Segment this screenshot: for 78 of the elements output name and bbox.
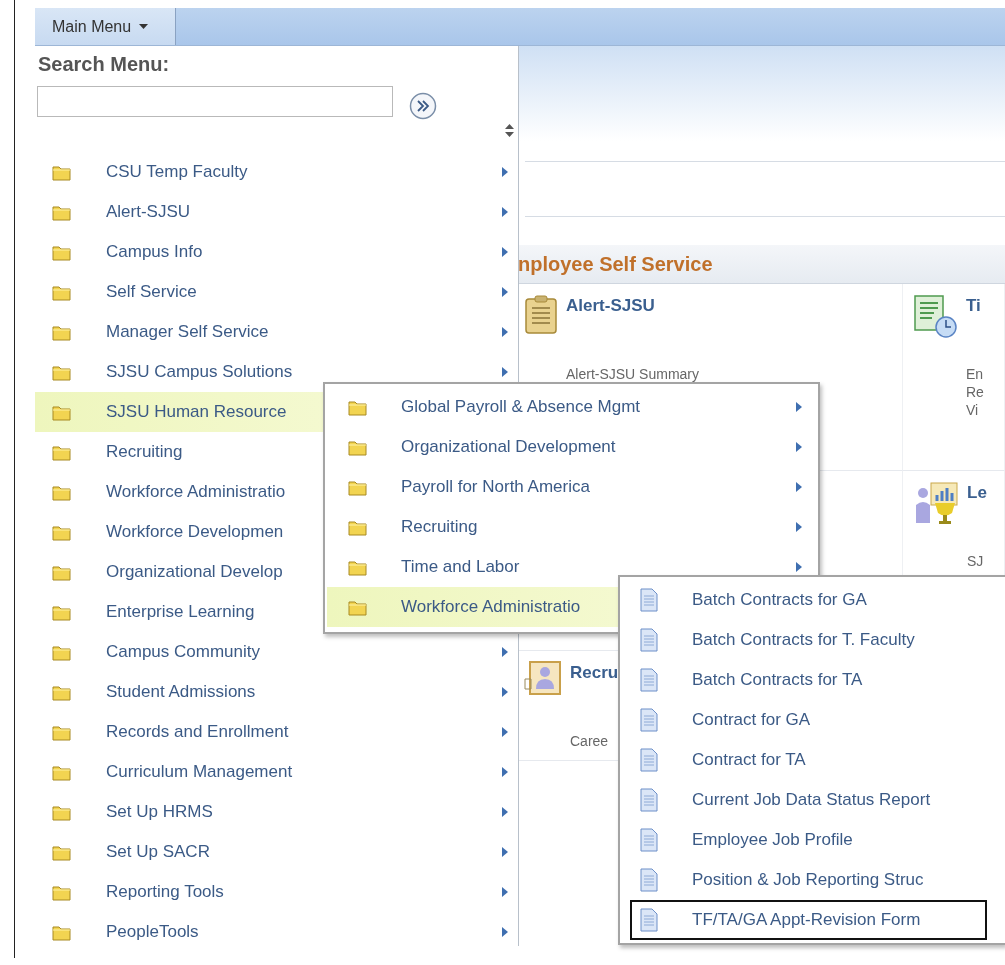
menu-item[interactable]: Payroll for North America [327,467,818,507]
document-icon [640,708,658,732]
menu-item[interactable]: Recruiting [327,507,818,547]
folder-icon [348,398,367,416]
sort-icon[interactable] [505,123,514,137]
folder-icon [52,843,71,861]
folder-icon [52,723,71,741]
menu-item[interactable]: Curriculum Management [35,752,518,792]
folder-icon [348,518,367,536]
folder-icon [52,403,71,421]
menu-item[interactable]: Manager Self Service [35,312,518,352]
folder-icon [52,203,71,221]
folder-icon [52,363,71,381]
folder-icon [52,683,71,701]
document-icon [640,668,658,692]
menu-item[interactable]: Campus Info [35,232,518,272]
folder-icon [52,443,71,461]
pagelet-link[interactable]: SJ [967,553,987,569]
document-icon [640,828,658,852]
menu-item[interactable]: PeopleTools [35,912,518,952]
menu-item[interactable]: Student Admissions [35,672,518,712]
menu-item[interactable]: Self Service [35,272,518,312]
folder-icon [52,563,71,581]
document-icon [640,628,658,652]
folder-icon [52,643,71,661]
menu-item[interactable]: Position & Job Reporting Struc [630,860,987,900]
section-title: nployee Self Service [518,252,713,276]
menu-item[interactable]: Contract for GA [630,700,987,740]
pagelet-link[interactable]: Caree [570,733,619,749]
pagelet-link[interactable]: Alert-SJSU Summary [566,366,700,382]
menu-item[interactable]: Set Up HRMS [35,792,518,832]
folder-icon [52,523,71,541]
folder-icon [52,323,71,341]
pagelet-title[interactable]: Le [967,481,987,503]
document-icon [640,868,658,892]
folder-icon [52,283,71,301]
pagelet-title[interactable]: Alert-SJSU [566,294,700,316]
person-trophy-icon [913,481,959,525]
pagelet-link[interactable]: Vi [966,402,984,418]
folder-icon [52,763,71,781]
menu-item[interactable]: Batch Contracts for TA [630,660,987,700]
person-icon [524,661,562,696]
folder-icon [52,803,71,821]
folder-icon [52,603,71,621]
menu-item[interactable]: Alert-SJSU [35,192,518,232]
go-icon[interactable] [409,92,437,120]
document-clock-icon [913,294,958,339]
document-icon [640,788,658,812]
menu-item[interactable]: Set Up SACR [35,832,518,872]
menu-item[interactable]: TF/TA/GA Appt-Revision Form [630,900,987,940]
pagelet-title[interactable]: Recru [570,661,619,683]
folder-icon [348,438,367,456]
search-label: Search Menu: [37,52,171,76]
document-icon [640,588,658,612]
pagelet-title[interactable]: Ti [966,294,984,316]
document-icon [640,908,658,932]
clipboard-icon [524,294,558,335]
folder-icon [52,883,71,901]
folder-icon [348,558,367,576]
pagelet-link[interactable]: En [966,366,984,382]
folder-icon [52,243,71,261]
menu-item[interactable]: Contract for TA [630,740,987,780]
folder-icon [52,923,71,941]
folder-icon [52,163,71,181]
menu-item[interactable]: Campus Community [35,632,518,672]
caret-icon [139,24,149,29]
folder-icon [348,478,367,496]
menu-item[interactable]: CSU Temp Faculty [35,152,518,192]
document-icon [640,748,658,772]
menu-item[interactable]: Reporting Tools [35,872,518,912]
menu-item[interactable]: Records and Enrollment [35,712,518,752]
menu-item[interactable]: Current Job Data Status Report [630,780,987,820]
menu-item[interactable]: Employee Job Profile [630,820,987,860]
pagelet-link[interactable]: Re [966,384,984,400]
main-menu-button[interactable]: Main Menu [35,8,176,45]
folder-icon [348,598,367,616]
folder-icon [52,483,71,501]
search-field[interactable] [37,85,393,117]
